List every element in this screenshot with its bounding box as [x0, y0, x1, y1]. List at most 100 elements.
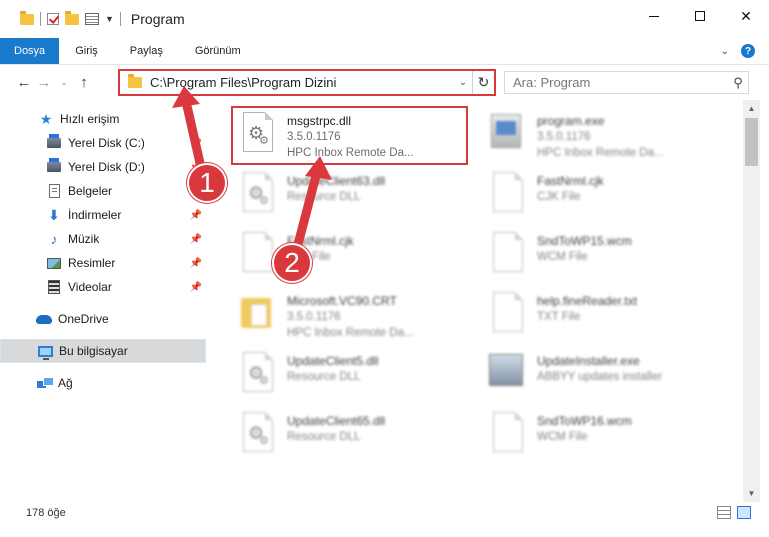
sidebar-item-music[interactable]: ♪ Müzik 📌 — [0, 227, 206, 251]
sidebar-item-label: Belgeler — [68, 184, 113, 198]
navigation-pane: ★ Hızlı erişim Yerel Disk (C:) 📌 Yerel D… — [0, 100, 207, 502]
tab-file[interactable]: Dosya — [0, 38, 60, 64]
file-version: 3.5.0.1176 — [287, 311, 341, 323]
status-bar: 178 öğe — [0, 502, 769, 524]
file-version: 3.5.0.1176 — [537, 131, 591, 143]
file-list: ⚙ ⚙ msgstrpc.dll 3.5.0.1176 HPC Inbox Rem… — [207, 100, 743, 502]
file-item-updateclient5-dll[interactable]: ⚙ ⚙ UpdateClient5.dll Resource DLL — [231, 346, 481, 404]
sidebar-item-label: Yerel Disk (C:) — [68, 136, 145, 150]
tab-share[interactable]: Paylaş — [114, 38, 179, 64]
pin-icon: 📌 — [189, 209, 202, 221]
dll-icon: ⚙ ⚙ — [235, 110, 279, 160]
file-name: UpdateClient63.dll — [287, 174, 386, 188]
sidebar-item-onedrive[interactable]: OneDrive — [0, 307, 206, 331]
file-description: HPC Inbox Remote Da... — [287, 327, 414, 339]
ribbon-right: ⌄ ? — [721, 38, 769, 64]
file-type: CJK File — [537, 191, 581, 203]
file-item-help-finereader-txt[interactable]: help.fineReader.txt TXT File — [481, 286, 731, 344]
disk-icon — [46, 134, 62, 151]
ribbon-tabs: Dosya Giriş Paylaş Görünüm ⌄ ? — [0, 38, 769, 65]
step-badge-1: 1 — [187, 163, 227, 203]
pin-icon: 📌 — [189, 233, 202, 245]
file-name: UpdateInstaller.exe — [537, 354, 640, 368]
back-button[interactable]: ← — [14, 74, 34, 91]
item-count: 178 öğe — [26, 507, 66, 519]
file-name: UpdateClient65.dll — [287, 414, 386, 428]
installer-icon — [485, 350, 529, 400]
sidebar-item-pictures[interactable]: Resimler 📌 — [0, 251, 206, 275]
forward-button[interactable]: → — [34, 74, 54, 91]
sidebar-item-local-disk-d[interactable]: Yerel Disk (D:) 📌 — [0, 155, 206, 179]
sidebar-item-local-disk-c[interactable]: Yerel Disk (C:) 📌 — [0, 131, 206, 155]
sidebar-item-videos[interactable]: Videolar 📌 — [0, 275, 206, 299]
exe-icon — [485, 110, 529, 160]
sidebar-item-downloads[interactable]: ⬇ İndirmeler 📌 — [0, 203, 206, 227]
tiles-view-icon[interactable] — [737, 506, 751, 519]
step-badge-2: 2 — [272, 243, 312, 283]
details-view-icon[interactable] — [717, 506, 731, 519]
file-item-updateinstaller-exe[interactable]: UpdateInstaller.exe ABBYY updates instal… — [481, 346, 731, 404]
up-button[interactable]: ↑ — [74, 74, 94, 91]
minimize-button[interactable] — [631, 0, 677, 32]
sidebar-item-this-pc[interactable]: Bu bilgisayar — [0, 339, 206, 363]
vertical-scrollbar[interactable]: ▲ ▼ — [743, 100, 760, 502]
file-version: 3.5.0.1176 — [287, 131, 341, 143]
search-icon[interactable]: ⚲ — [728, 75, 748, 91]
customize-icon[interactable] — [85, 13, 99, 25]
file-item-updateclient63-dll[interactable]: ⚙ ⚙ UpdateClient63.dll Resource DLL — [231, 166, 481, 224]
expand-ribbon-chevron-icon[interactable]: ⌄ — [721, 46, 729, 57]
file-type: Resource DLL — [287, 371, 361, 383]
maximize-button[interactable] — [677, 0, 723, 32]
file-type: WCM File — [537, 431, 588, 443]
file-item-sndtowp15-wcm[interactable]: SndToWP15.wcm WCM File — [481, 226, 731, 284]
new-folder-icon[interactable] — [65, 10, 79, 25]
file-item-program-exe[interactable]: program.exe 3.5.0.1176 HPC Inbox Remote … — [481, 106, 731, 164]
videos-icon — [46, 279, 62, 295]
address-path[interactable]: C:\Program Files\Program Dizini — [150, 75, 454, 90]
maximize-icon — [695, 11, 705, 21]
document-icon — [46, 183, 62, 199]
dll-icon: ⚙ ⚙ — [235, 410, 279, 460]
file-name: SndToWP16.wcm — [537, 414, 632, 428]
view-switcher — [717, 506, 751, 519]
file-item-fastnrml-cjk[interactable]: FastNrml.cjk CJK File — [481, 166, 731, 224]
sidebar-item-label: Ağ — [58, 376, 73, 390]
file-name: FastNrml.cjk — [537, 174, 604, 188]
close-button[interactable]: ✕ — [723, 0, 769, 32]
help-icon[interactable]: ? — [741, 44, 755, 58]
file-description: ABBYY updates installer — [537, 371, 663, 383]
customize-dropdown-icon[interactable]: ▼ — [105, 14, 114, 24]
tab-view[interactable]: Görünüm — [179, 38, 257, 64]
star-icon: ★ — [39, 110, 53, 127]
file-type: Resource DLL — [287, 431, 361, 443]
pictures-icon — [46, 255, 62, 271]
refresh-button[interactable]: ↻ — [472, 71, 494, 94]
sidebar-item-documents[interactable]: Belgeler 📌 — [0, 179, 206, 203]
sidebar-item-quick-access[interactable]: ★ Hızlı erişim — [0, 107, 206, 131]
search-box[interactable]: ⚲ — [504, 71, 749, 94]
tab-home[interactable]: Giriş — [59, 38, 114, 64]
file-item-updateclient65-dll[interactable]: ⚙ ⚙ UpdateClient65.dll Resource DLL — [231, 406, 481, 464]
file-type: TXT File — [537, 311, 581, 323]
file-name: UpdateClient5.dll — [287, 354, 379, 368]
properties-check-icon[interactable] — [47, 13, 59, 25]
file-name: program.exe — [537, 114, 605, 128]
sidebar-item-label: Hızlı erişim — [60, 112, 120, 126]
recent-locations-button[interactable]: ⌄ — [54, 77, 74, 88]
pin-icon: 📌 — [189, 137, 202, 149]
file-item-msgstrpc-dll[interactable]: ⚙ ⚙ msgstrpc.dll 3.5.0.1176 HPC Inbox Rem… — [231, 106, 481, 164]
sidebar-item-label: İndirmeler — [68, 208, 122, 222]
address-dropdown-icon[interactable]: ⌄ — [454, 77, 472, 88]
sidebar-item-label: Yerel Disk (D:) — [68, 160, 145, 174]
search-input[interactable] — [513, 75, 728, 90]
file-type: WCM File — [537, 251, 588, 263]
file-item-fastnrml-cjk-2[interactable]: FastNrml.cjk CJK File — [231, 226, 481, 284]
scroll-up-button[interactable]: ▲ — [743, 100, 760, 117]
sidebar-item-network[interactable]: Ağ — [0, 371, 206, 395]
file-item-microsoft-vc90-crt[interactable]: Microsoft.VC90.CRT 3.5.0.1176 HPC Inbox … — [231, 286, 481, 344]
address-bar[interactable]: C:\Program Files\Program Dizini ⌄ ↻ — [118, 69, 496, 96]
file-item-sndtowp16-wcm[interactable]: SndToWP16.wcm WCM File — [481, 406, 731, 464]
scroll-down-button[interactable]: ▼ — [743, 485, 760, 502]
minimize-icon — [649, 15, 659, 17]
scroll-thumb[interactable] — [745, 118, 758, 166]
